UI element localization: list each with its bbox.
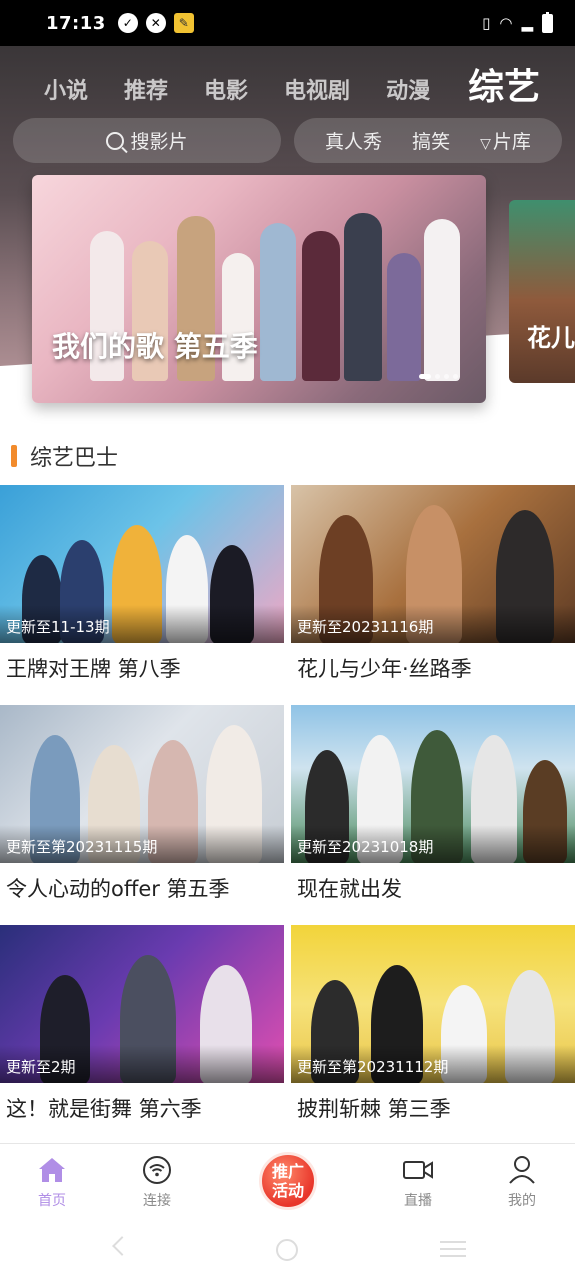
card-title: 王牌对王牌 第八季 — [6, 657, 181, 681]
wifi-icon: ◠ — [499, 14, 513, 32]
card-update-label: 更新至20231116期 — [297, 618, 434, 636]
section-header: 综艺巴士 — [11, 440, 118, 472]
home-circle-icon[interactable] — [276, 1239, 298, 1261]
wifi-icon — [142, 1154, 172, 1186]
banner-figure — [302, 231, 340, 381]
category-tabs: 小说 推荐 电影 电视剧 动漫 综艺 — [0, 56, 575, 112]
promo-button[interactable]: 推广 活动 — [259, 1152, 317, 1210]
filter-library[interactable]: ▽ 片库 — [480, 127, 531, 154]
filter-bar: 真人秀 搞笑 ▽ 片库 — [294, 118, 562, 163]
card-poster: 更新至第20231112期 — [291, 925, 575, 1083]
card-title: 花儿与少年·丝路季 — [297, 657, 472, 681]
vibrate-icon: ▯ — [482, 14, 491, 32]
app-notification-icon: ✎ — [173, 13, 194, 33]
banner-artwork — [32, 175, 486, 403]
filter-library-label: 片库 — [492, 131, 531, 153]
nav-live[interactable]: 直播 — [378, 1154, 458, 1210]
status-time: 17:13 — [46, 12, 106, 34]
tab-recommend[interactable]: 推荐 — [124, 72, 168, 112]
search-placeholder: 搜影片 — [130, 131, 188, 153]
variety-card[interactable]: 更新至20231018期 现在就出发 — [291, 705, 575, 905]
section-title: 综艺巴士 — [30, 446, 119, 471]
recents-menu-icon[interactable] — [440, 1241, 466, 1262]
card-update-label: 更新至2期 — [6, 1058, 76, 1076]
nav-mine-label: 我的 — [508, 1193, 536, 1209]
status-system-icons: ▯ ◠ ▂ — [482, 11, 553, 33]
variety-card[interactable]: 更新至第20231112期 披荆斩棘 第三季 — [291, 925, 575, 1125]
status-notification-icons: ✓ ✕ ✎ — [117, 13, 194, 33]
check-icon: ✓ — [117, 13, 138, 33]
search-input[interactable]: 搜影片 — [13, 118, 281, 163]
banner-figure — [260, 223, 296, 381]
carousel-dot — [453, 374, 458, 379]
back-icon[interactable] — [112, 1236, 132, 1256]
nav-home[interactable]: 首页 — [12, 1154, 92, 1210]
shield-icon: ✕ — [145, 13, 166, 33]
home-icon — [37, 1154, 67, 1186]
tab-novel[interactable]: 小说 — [44, 72, 88, 112]
variety-card[interactable]: 更新至20231116期 花儿与少年·丝路季 — [291, 485, 575, 685]
card-poster: 更新至20231116期 — [291, 485, 575, 643]
banner-figure — [344, 213, 382, 381]
carousel-indicator — [419, 374, 458, 379]
carousel-dot — [435, 374, 440, 379]
card-title: 披荆斩棘 第三季 — [297, 1097, 451, 1121]
nav-live-label: 直播 — [404, 1193, 432, 1209]
card-poster: 更新至11-13期 — [0, 485, 284, 643]
variety-card[interactable]: 更新至2期 这！就是街舞 第六季 — [0, 925, 284, 1125]
status-bar: 17:13 ✓ ✕ ✎ ▯ ◠ ▂ — [0, 0, 575, 46]
nav-connect-label: 连接 — [143, 1193, 171, 1209]
banner-title: 我们的歌 第五季 — [52, 330, 258, 363]
nav-connect[interactable]: 连接 — [117, 1154, 197, 1210]
bottom-navigation: 首页 连接 推广 活动 直播 我的 — [0, 1143, 575, 1215]
banner-slide[interactable]: 我们的歌 第五季 — [32, 175, 486, 403]
card-update-label: 更新至11-13期 — [6, 618, 110, 636]
banner-figure — [387, 253, 421, 381]
variety-card[interactable]: 更新至11-13期 王牌对王牌 第八季 — [0, 485, 284, 685]
card-update-label: 更新至第20231112期 — [297, 1058, 449, 1076]
search-icon — [106, 131, 125, 150]
banner-figure — [424, 219, 460, 381]
filter-comedy[interactable]: 搞笑 — [412, 127, 450, 154]
filter-reality-show[interactable]: 真人秀 — [325, 127, 382, 154]
card-poster: 更新至20231018期 — [291, 705, 575, 863]
banner-next-slide[interactable]: 花儿 — [509, 200, 575, 383]
tab-anime[interactable]: 动漫 — [386, 72, 430, 112]
signal-icon: ▂ — [521, 14, 533, 32]
tab-tv-series[interactable]: 电视剧 — [284, 72, 350, 112]
card-update-label: 更新至第20231115期 — [6, 838, 158, 856]
app-screen: 17:13 ✓ ✕ ✎ ▯ ◠ ▂ 小说 推荐 电影 电视剧 动漫 综艺 搜影片… — [0, 0, 575, 1280]
tab-movie[interactable]: 电影 — [204, 72, 248, 112]
section-accent-bar — [11, 445, 17, 467]
tab-variety[interactable]: 综艺 — [468, 64, 540, 112]
card-poster: 更新至2期 — [0, 925, 284, 1083]
carousel-dot-active — [419, 374, 431, 379]
card-title: 这！就是街舞 第六季 — [6, 1097, 202, 1121]
user-icon — [508, 1154, 536, 1186]
system-navigation-bar — [0, 1215, 575, 1280]
funnel-icon: ▽ — [480, 136, 491, 152]
card-title: 现在就出发 — [297, 877, 402, 901]
nav-home-label: 首页 — [38, 1193, 66, 1209]
card-title: 令人心动的offer 第五季 — [6, 877, 230, 901]
variety-card[interactable]: 更新至第20231115期 令人心动的offer 第五季 — [0, 705, 284, 905]
carousel-dot — [444, 374, 449, 379]
nav-mine[interactable]: 我的 — [482, 1154, 562, 1210]
battery-icon — [542, 11, 553, 33]
banner-next-title: 花儿 — [527, 324, 575, 352]
card-update-label: 更新至20231018期 — [297, 838, 434, 856]
video-camera-icon — [402, 1154, 434, 1186]
card-poster: 更新至第20231115期 — [0, 705, 284, 863]
